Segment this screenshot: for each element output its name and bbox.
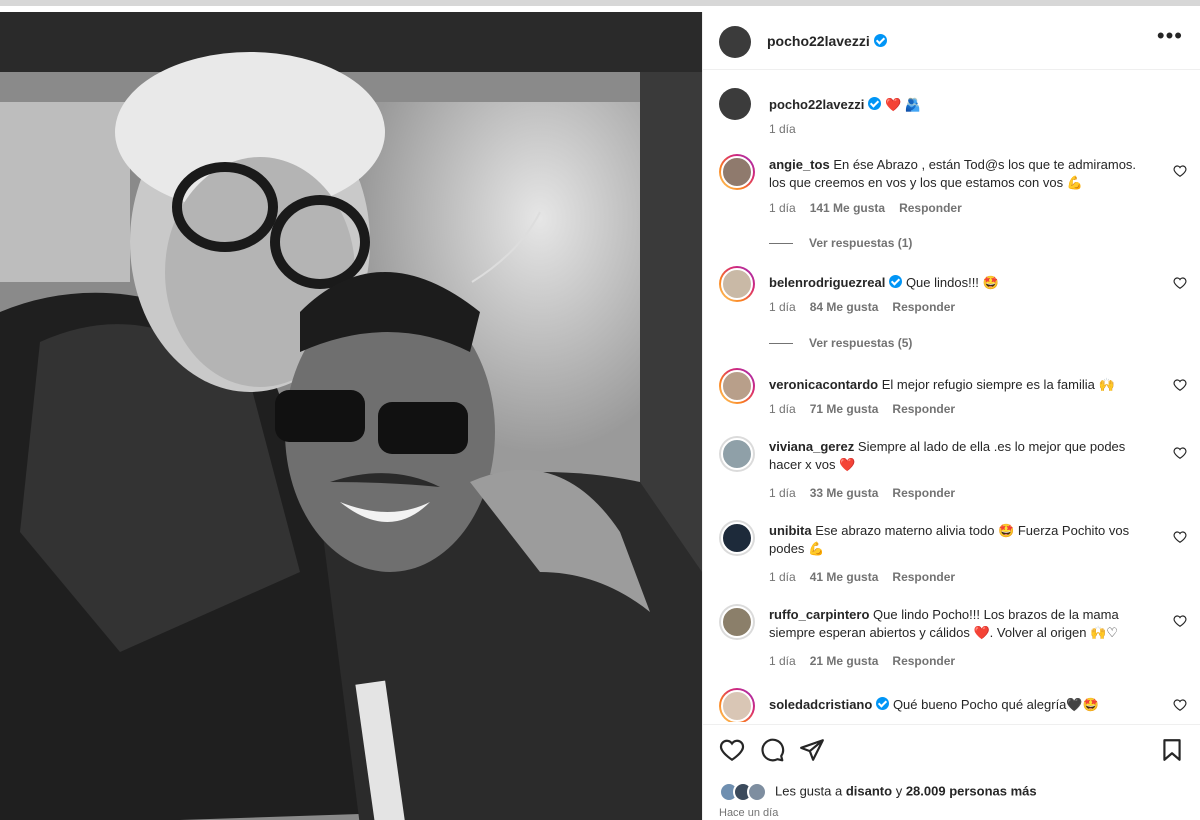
- verified-badge-icon: [868, 97, 882, 110]
- likes-summary: Les gusta a disanto y 28.009 personas má…: [719, 782, 1037, 802]
- comment-row: unibita Ese abrazo materno alivia todo 🤩…: [719, 520, 1189, 590]
- caption-row: pocho22lavezzi ❤️ 🫂 1 día: [719, 86, 1189, 146]
- commenter-avatar[interactable]: [719, 368, 755, 404]
- commenter-avatar[interactable]: [719, 266, 755, 302]
- reply-button[interactable]: Responder: [892, 570, 955, 584]
- verified-badge-icon: [876, 697, 890, 710]
- comment-text: unibita Ese abrazo materno alivia todo 🤩…: [769, 522, 1149, 558]
- comment-text: belenrodriguezreal Que lindos!!! 🤩: [769, 274, 1149, 292]
- comment-like-count[interactable]: 21 Me gusta: [810, 654, 879, 668]
- comment-row: ruffo_carpintero Que lindo Pocho!!! Los …: [719, 604, 1189, 674]
- comment-text: ruffo_carpintero Que lindo Pocho!!! Los …: [769, 606, 1149, 642]
- view-replies-button[interactable]: Ver respuestas (5): [769, 336, 912, 350]
- caption-avatar[interactable]: [719, 88, 751, 120]
- comment-like-count[interactable]: 71 Me gusta: [810, 402, 879, 416]
- comment-bubble-icon[interactable]: [759, 737, 785, 763]
- comment-like-heart-icon[interactable]: [1173, 698, 1187, 712]
- commenter-avatar[interactable]: [719, 604, 755, 640]
- comment-like-count[interactable]: 141 Me gusta: [810, 201, 885, 215]
- commenter-avatar[interactable]: [719, 688, 755, 722]
- post-actions-bar: Les gusta a disanto y 28.009 personas má…: [703, 724, 1200, 820]
- comment-text: veronicacontardo El mejor refugio siempr…: [769, 376, 1149, 394]
- post-side-panel: pocho22lavezzi ••• pocho22lavezzi ❤️ 🫂 1…: [702, 12, 1200, 820]
- caption-meta: 1 día: [769, 122, 810, 136]
- commenter-avatar[interactable]: [719, 520, 755, 556]
- comment-like-count[interactable]: 84 Me gusta: [810, 300, 879, 314]
- likes-prefix: Les gusta a: [775, 783, 843, 799]
- post-photo-image: [0, 12, 702, 820]
- comment-body: Qué bueno Pocho qué alegría🖤🤩: [892, 697, 1099, 712]
- post-header: pocho22lavezzi •••: [703, 12, 1200, 70]
- caption-emoji: ❤️ 🫂: [885, 97, 921, 112]
- view-replies-button[interactable]: Ver respuestas (1): [769, 236, 912, 250]
- comment-username[interactable]: ruffo_carpintero: [769, 607, 869, 622]
- author-username-header[interactable]: pocho22lavezzi: [767, 33, 887, 49]
- author-username-text[interactable]: pocho22lavezzi: [767, 33, 870, 49]
- comment-row: angie_tos En ése Abrazo , están Tod@s lo…: [719, 154, 1189, 250]
- like-heart-icon[interactable]: [719, 737, 745, 763]
- liker-avatars[interactable]: [719, 782, 769, 802]
- comment-meta: 1 día 71 Me gusta Responder: [769, 402, 969, 416]
- comment-row: viviana_gerez Siempre al lado de ella .e…: [719, 436, 1189, 506]
- comment-row: belenrodriguezreal Que lindos!!! 🤩 1 día…: [719, 266, 1189, 350]
- reply-button[interactable]: Responder: [892, 402, 955, 416]
- comment-text: angie_tos En ése Abrazo , están Tod@s lo…: [769, 156, 1149, 192]
- comment-username[interactable]: belenrodriguezreal: [769, 275, 885, 290]
- comment-like-heart-icon[interactable]: [1173, 530, 1187, 544]
- comment-like-count[interactable]: 41 Me gusta: [810, 570, 879, 584]
- caption-time[interactable]: 1 día: [769, 122, 796, 136]
- comment-like-heart-icon[interactable]: [1173, 614, 1187, 628]
- save-bookmark-icon[interactable]: [1159, 737, 1185, 763]
- comment-like-count[interactable]: 33 Me gusta: [810, 486, 879, 500]
- likes-and: y: [895, 783, 903, 799]
- comment-body: El mejor refugio siempre es la familia 🙌: [881, 377, 1115, 392]
- verified-badge-icon: [873, 34, 887, 47]
- caption-text: pocho22lavezzi ❤️ 🫂: [769, 96, 1149, 114]
- post-time[interactable]: Hace un día: [719, 807, 778, 819]
- reply-button[interactable]: Responder: [892, 486, 955, 500]
- comment-time[interactable]: 1 día: [769, 486, 796, 500]
- comment-time[interactable]: 1 día: [769, 570, 796, 584]
- comment-time[interactable]: 1 día: [769, 654, 796, 668]
- author-avatar[interactable]: [719, 26, 751, 58]
- comment-row: veronicacontardo El mejor refugio siempr…: [719, 368, 1189, 418]
- verified-badge-icon: [889, 275, 903, 288]
- reply-button[interactable]: Responder: [892, 300, 955, 314]
- likes-user[interactable]: disanto: [846, 783, 892, 798]
- instagram-post-window: pocho22lavezzi ••• pocho22lavezzi ❤️ 🫂 1…: [0, 0, 1200, 820]
- comment-time[interactable]: 1 día: [769, 402, 796, 416]
- comment-meta: 1 día 33 Me gusta Responder: [769, 486, 969, 500]
- comment-time[interactable]: 1 día: [769, 201, 796, 215]
- post-photo[interactable]: [0, 12, 702, 820]
- comment-body: Que lindos!!! 🤩: [905, 275, 999, 290]
- comment-username[interactable]: unibita: [769, 523, 812, 538]
- comment-username[interactable]: soledadcristiano: [769, 697, 872, 712]
- comment-row: soledadcristiano Qué bueno Pocho qué ale…: [719, 688, 1189, 722]
- comment-meta: 1 día 84 Me gusta Responder: [769, 300, 969, 314]
- comments-list[interactable]: pocho22lavezzi ❤️ 🫂 1 día angie_tos En é…: [703, 70, 1200, 722]
- comment-like-heart-icon[interactable]: [1173, 378, 1187, 392]
- comment-like-heart-icon[interactable]: [1173, 164, 1187, 178]
- comment-username[interactable]: veronicacontardo: [769, 377, 878, 392]
- share-paper-plane-icon[interactable]: [799, 737, 825, 763]
- comment-text: viviana_gerez Siempre al lado de ella .e…: [769, 438, 1149, 474]
- reply-button[interactable]: Responder: [899, 201, 962, 215]
- likes-count[interactable]: 28.009 personas más: [906, 783, 1037, 798]
- comment-body: Ese abrazo materno alivia todo 🤩 Fuerza …: [769, 523, 1130, 556]
- comment-text: soledadcristiano Qué bueno Pocho qué ale…: [769, 696, 1149, 714]
- caption-username[interactable]: pocho22lavezzi: [769, 97, 864, 112]
- comment-like-heart-icon[interactable]: [1173, 446, 1187, 460]
- commenter-avatar[interactable]: [719, 436, 755, 472]
- commenter-avatar[interactable]: [719, 154, 755, 190]
- comment-like-heart-icon[interactable]: [1173, 276, 1187, 290]
- comment-username[interactable]: viviana_gerez: [769, 439, 854, 454]
- comment-username[interactable]: angie_tos: [769, 157, 830, 172]
- more-options-button[interactable]: •••: [1157, 25, 1183, 47]
- comment-time[interactable]: 1 día: [769, 300, 796, 314]
- reply-button[interactable]: Responder: [892, 654, 955, 668]
- comment-meta: 1 día 141 Me gusta Responder: [769, 201, 976, 215]
- comment-meta: 1 día 21 Me gusta Responder: [769, 654, 969, 668]
- comment-meta: 1 día 41 Me gusta Responder: [769, 570, 969, 584]
